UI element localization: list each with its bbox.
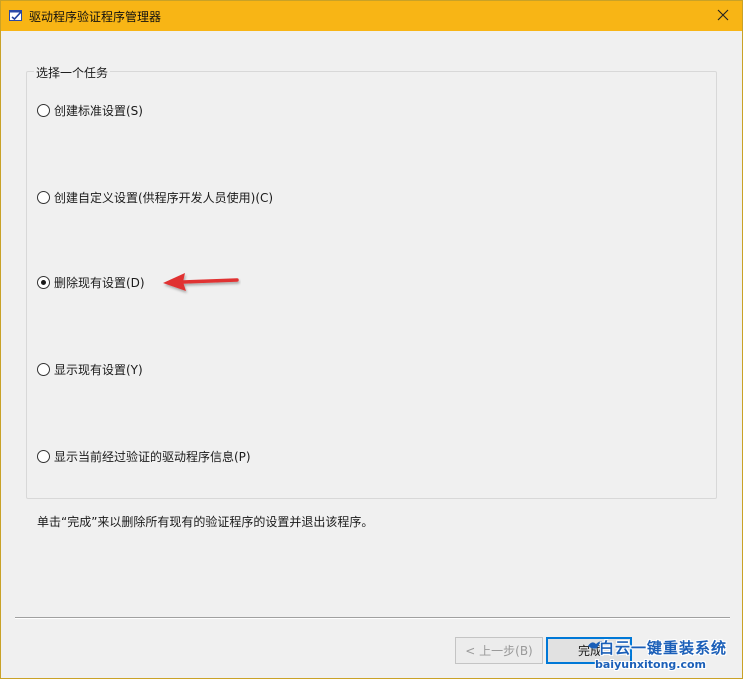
radio-button[interactable] (37, 104, 50, 117)
radio-label: 创建自定义设置(供程序开发人员使用)(C) (54, 191, 274, 205)
finish-button[interactable]: 完成 (546, 637, 632, 664)
radio-display-verified-info[interactable]: 显示当前经过验证的驱动程序信息(P) (37, 448, 251, 465)
radio-display-existing[interactable]: 显示现有设置(Y) (37, 361, 143, 378)
back-button[interactable]: < 上一步(B) (455, 637, 543, 664)
radio-create-standard[interactable]: 创建标准设置(S) (37, 102, 143, 119)
close-icon (717, 9, 729, 24)
window-title: 驱动程序验证程序管理器 (29, 10, 162, 24)
dialog-window: 驱动程序验证程序管理器 选择一个任务 创建标准设置(S) 创建自定义设置(供程序… (0, 0, 743, 679)
radio-label: 显示现有设置(Y) (54, 363, 143, 377)
radio-button[interactable] (37, 363, 50, 376)
close-button[interactable] (704, 1, 742, 31)
radio-button-selected[interactable] (37, 276, 50, 289)
radio-create-custom[interactable]: 创建自定义设置(供程序开发人员使用)(C) (37, 189, 273, 206)
radio-button[interactable] (37, 450, 50, 463)
separator (15, 617, 730, 619)
red-arrow-icon (161, 269, 241, 298)
groupbox-title: 选择一个任务 (34, 64, 111, 81)
app-icon (9, 9, 23, 22)
radio-button[interactable] (37, 191, 50, 204)
radio-label: 创建标准设置(S) (54, 104, 143, 118)
hint-text: 单击“完成”来以删除所有现有的验证程序的设置并退出该程序。 (37, 515, 374, 529)
radio-delete-existing[interactable]: 删除现有设置(D) (37, 274, 145, 291)
radio-label: 显示当前经过验证的驱动程序信息(P) (54, 450, 251, 464)
radio-label: 删除现有设置(D) (54, 276, 145, 290)
title-bar[interactable]: 驱动程序验证程序管理器 (1, 1, 742, 31)
